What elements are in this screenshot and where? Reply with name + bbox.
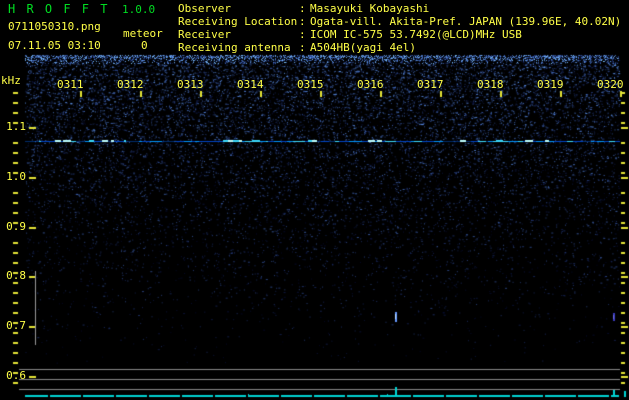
freq-axis-label: 0.6 — [6, 369, 26, 382]
freq-axis-label: 0.7 — [6, 319, 26, 332]
echo-count: 0 — [141, 39, 148, 52]
freq-axis-label: 0.8 — [6, 269, 26, 282]
separator: : — [299, 28, 306, 41]
receiving-antenna-label: Receiving antenna — [178, 41, 291, 54]
receiver-value: ICOM IC-575 53.7492(@LCD)MHz USB — [310, 28, 522, 41]
time-axis-label: 0317 — [417, 78, 444, 91]
time-axis-label: 0311 — [57, 78, 84, 91]
freq-axis-label: 1.1 — [6, 120, 26, 133]
observer-label: Observer — [178, 2, 231, 15]
observer-value: Masayuki Kobayashi — [310, 2, 430, 15]
time-axis-label: 0319 — [537, 78, 564, 91]
hrofft-screen: H R O F F T 1.0.0 0711050310.png meteor … — [0, 0, 629, 400]
time-axis-label: 0320 — [597, 78, 624, 91]
receiving-location-label: Receiving Location — [178, 15, 298, 28]
separator: : — [299, 2, 306, 15]
time-axis-label: 0313 — [177, 78, 204, 91]
capture-datetime: 07.11.05 03:10 — [8, 39, 101, 52]
spectrogram-canvas — [0, 0, 629, 400]
receiving-antenna-row: Receiving antenna : A504HB(yagi 4el) — [178, 42, 416, 54]
time-axis-label: 0316 — [357, 78, 384, 91]
app-version: 1.0.0 — [122, 3, 156, 16]
freq-axis-label: 0.9 — [6, 220, 26, 233]
capture-filename: 0711050310.png — [8, 20, 101, 33]
separator: : — [299, 41, 306, 54]
time-axis-label: 0318 — [477, 78, 504, 91]
observer-row: Observer : Masayuki Kobayashi — [178, 3, 429, 15]
separator: : — [299, 15, 306, 28]
time-axis-label: 0314 — [237, 78, 264, 91]
app-title: H R O F F T — [8, 2, 110, 16]
time-axis-label: 0312 — [117, 78, 144, 91]
freq-axis-unit: kHz — [1, 74, 21, 87]
freq-axis-label: 1.0 — [6, 170, 26, 183]
receiving-location-row: Receiving Location : Ogata-vill. Akita-P… — [178, 16, 621, 28]
time-axis-label: 0315 — [297, 78, 324, 91]
receiver-row: Receiver : ICOM IC-575 53.7492(@LCD)MHz … — [178, 29, 522, 41]
receiving-antenna-value: A504HB(yagi 4el) — [310, 41, 416, 54]
receiving-location-value: Ogata-vill. Akita-Pref. JAPAN (139.96E, … — [310, 15, 622, 28]
receiver-label: Receiver — [178, 28, 231, 41]
